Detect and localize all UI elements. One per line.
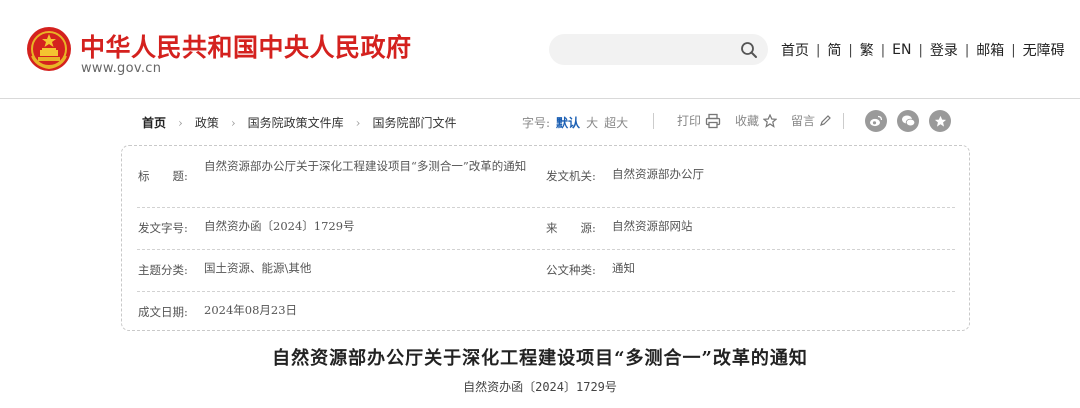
issuer-label: 发文机关: [546, 169, 596, 183]
nav-simplified[interactable]: 简 [827, 40, 841, 60]
breadcrumb-policy-library[interactable]: 国务院政策文件库 [248, 114, 344, 131]
weibo-share-button[interactable] [865, 110, 887, 132]
date-value: 2024年08月23日 [204, 303, 298, 317]
pencil-icon [820, 114, 831, 126]
site-domain: www.gov.cn [81, 61, 162, 76]
nav-traditional[interactable]: 繁 [860, 40, 874, 60]
document-title: 自然资源部办公厅关于深化工程建设项目“多测合一”改革的通知 [272, 348, 808, 369]
breadcrumb-policy[interactable]: 政策 [195, 114, 219, 131]
favorite-label: 收藏 [735, 114, 760, 128]
date-label: 成文日期: [138, 305, 188, 319]
nav-separator: | [1011, 42, 1016, 58]
document-info-table: 标 题: 自然资源部办公厅关于深化工程建设项目“多测合一”改革的通知 发文机关:… [121, 145, 970, 331]
star-outline-icon [763, 113, 778, 128]
printer-icon [705, 113, 721, 128]
national-emblem-icon[interactable] [26, 26, 72, 72]
topic-value: 国土资源、能源\其他 [204, 261, 312, 275]
nav-separator: | [848, 42, 853, 58]
print-button[interactable]: 打印 [677, 112, 721, 129]
doc-type-label: 公文种类: [546, 263, 596, 277]
site-header: 中华人民共和国中央人民政府 www.gov.cn 首页 | 简 | 繁 | EN… [0, 0, 1080, 99]
row-divider [137, 291, 955, 292]
search-icon[interactable] [740, 41, 758, 59]
favorite-button[interactable]: 收藏 [735, 112, 778, 129]
divider [653, 113, 654, 129]
font-size-default[interactable]: 默认 [556, 116, 580, 130]
topic-label: 主题分类: [138, 263, 188, 277]
chevron-right-icon: › [230, 115, 236, 130]
nav-separator: | [918, 42, 923, 58]
font-size-xlarge[interactable]: 超大 [604, 116, 628, 130]
weibo-icon [870, 115, 883, 127]
breadcrumb: 首页 › 政策 › 国务院政策文件库 › 国务院部门文件 [142, 114, 457, 131]
nav-mailbox[interactable]: 邮箱 [976, 40, 1004, 60]
page-tools: 打印 收藏 留言 [677, 112, 845, 129]
title-value: 自然资源部办公厅关于深化工程建设项目“多测合一”改革的通知 [204, 159, 527, 173]
site-title[interactable]: 中华人民共和国中央人民政府 [80, 28, 412, 64]
title-label: 标 题: [138, 169, 188, 183]
source-value: 自然资源部网站 [612, 219, 693, 233]
nav-separator: | [816, 42, 821, 58]
wechat-share-button[interactable] [897, 110, 919, 132]
nav-separator: | [880, 42, 886, 58]
font-size-label: 字号: [522, 116, 551, 130]
comment-label: 留言 [791, 114, 816, 128]
issuer-value: 自然资源部办公厅 [612, 167, 704, 181]
breadcrumb-department-docs[interactable]: 国务院部门文件 [372, 114, 456, 131]
nav-home[interactable]: 首页 [781, 40, 809, 60]
chevron-right-icon: › [178, 115, 183, 130]
top-nav: 首页 | 简 | 繁 | EN | 登录 | 邮箱 | 无障碍 [781, 40, 1065, 60]
row-divider [137, 207, 955, 208]
wechat-icon [901, 115, 915, 127]
doc-number-value: 自然资办函〔2024〕1729号 [204, 219, 355, 233]
doc-type-value: 通知 [612, 261, 635, 275]
breadcrumb-home[interactable]: 首页 [142, 114, 166, 131]
nav-login[interactable]: 登录 [930, 40, 958, 60]
nav-english[interactable]: EN [892, 42, 911, 58]
font-size-large[interactable]: 大 [586, 116, 598, 130]
star-icon [934, 115, 946, 127]
row-divider [137, 249, 955, 250]
comment-button[interactable]: 留言 [791, 112, 831, 129]
search-input[interactable] [549, 34, 768, 65]
divider [843, 113, 844, 129]
font-size-switcher: 字号: 默认大超大 [522, 114, 628, 131]
chevron-right-icon: › [355, 115, 361, 130]
favorite-share-button[interactable] [929, 110, 951, 132]
nav-separator: | [964, 42, 970, 58]
nav-accessibility[interactable]: 无障碍 [1023, 40, 1065, 60]
source-label: 来 源: [546, 221, 596, 235]
print-label: 打印 [677, 114, 702, 128]
doc-number-label: 发文字号: [138, 221, 188, 235]
document-number: 自然资办函〔2024〕1729号 [463, 380, 617, 394]
